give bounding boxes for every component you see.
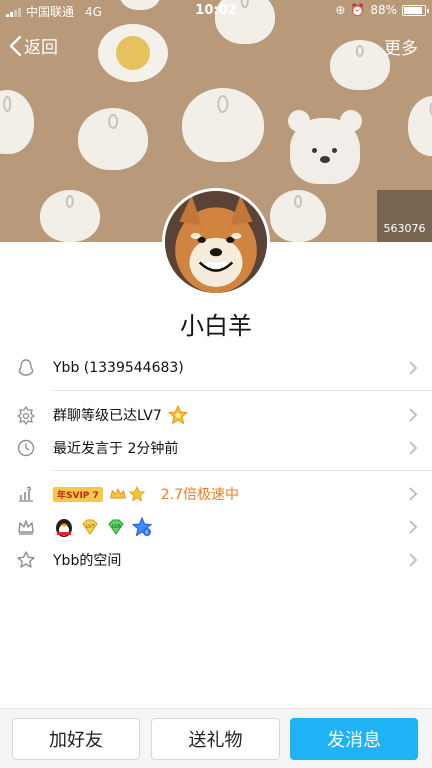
- svip-badge: 年SVIP 7: [53, 486, 103, 502]
- green-diamond-icon: LV6: [108, 519, 124, 535]
- crown-icon: [109, 488, 126, 499]
- egg-yolk-decoration: [116, 36, 150, 70]
- bun-decoration: [330, 40, 390, 90]
- send-gift-button[interactable]: 送礼物: [151, 718, 280, 760]
- star-icon: [128, 486, 145, 502]
- bun-decoration: [408, 96, 432, 156]
- divider: [53, 390, 432, 391]
- bun-decoration: [78, 108, 148, 170]
- bear-face-decoration: [288, 110, 362, 184]
- send-message-button[interactable]: 发消息: [290, 718, 418, 760]
- gold-star-icon: [167, 405, 188, 425]
- group-level-label: 群聊等级已达LV7: [53, 408, 162, 424]
- star-outline-icon: [17, 551, 35, 568]
- account-row[interactable]: Ybb (1339544683): [0, 348, 432, 388]
- bun-decoration: [40, 190, 100, 242]
- chevron-right-icon: [409, 520, 418, 534]
- more-button[interactable]: 更多: [384, 34, 418, 59]
- last-speak-row[interactable]: 最近发言于 2分钟前: [0, 428, 432, 468]
- chevron-right-icon: [409, 408, 418, 422]
- back-label: 返回: [24, 38, 58, 58]
- dog-avatar-image: [165, 191, 267, 293]
- chevron-right-icon: [409, 487, 418, 501]
- avatar[interactable]: [162, 188, 270, 296]
- crown-outline-icon: [18, 520, 34, 535]
- space-label: Ybb的空间: [53, 553, 122, 569]
- blue-star-icon: 6: [131, 516, 153, 537]
- chevron-right-icon: [409, 553, 418, 567]
- divider: [53, 470, 432, 471]
- svg-text:6: 6: [145, 530, 148, 536]
- svg-text:LV7: LV7: [86, 524, 95, 530]
- svg-text:LV6: LV6: [112, 524, 121, 530]
- like-count[interactable]: 563076: [377, 190, 432, 242]
- speed-status: 2.7倍极速中: [160, 487, 240, 503]
- alarm-icon: ⏰: [350, 3, 366, 17]
- chevron-left-icon: [9, 35, 22, 56]
- status-bar: 中国联通 4G 10:02 ⊕ ⏰ 88%: [0, 0, 432, 22]
- bun-decoration: [270, 190, 326, 242]
- bun-decoration: [182, 88, 264, 162]
- account-label: Ybb (1339544683): [53, 360, 184, 376]
- bottom-action-bar: 加好友 送礼物 发消息: [0, 708, 432, 768]
- bar-chart-icon: [19, 486, 33, 502]
- battery-icon: [402, 4, 429, 16]
- add-friend-button[interactable]: 加好友: [12, 718, 140, 760]
- sun-diamond-icon: LV7: [82, 519, 98, 535]
- chevron-right-icon: [409, 361, 418, 375]
- bun-decoration: [0, 90, 34, 154]
- last-speak-label: 最近发言于 2分钟前: [53, 441, 179, 457]
- profile-nickname: 小白羊: [180, 312, 252, 340]
- rotation-lock-icon: ⊕: [335, 3, 346, 17]
- chevron-right-icon: [409, 441, 418, 455]
- back-button[interactable]: 返回: [8, 33, 58, 58]
- space-row[interactable]: Ybb的空间: [0, 540, 432, 580]
- qq-penguin-badge-icon: [56, 519, 72, 537]
- gear-star-icon: [16, 405, 36, 425]
- qq-penguin-icon: [18, 359, 34, 376]
- battery-percent: 88%: [370, 3, 397, 17]
- clock-icon: [17, 439, 35, 457]
